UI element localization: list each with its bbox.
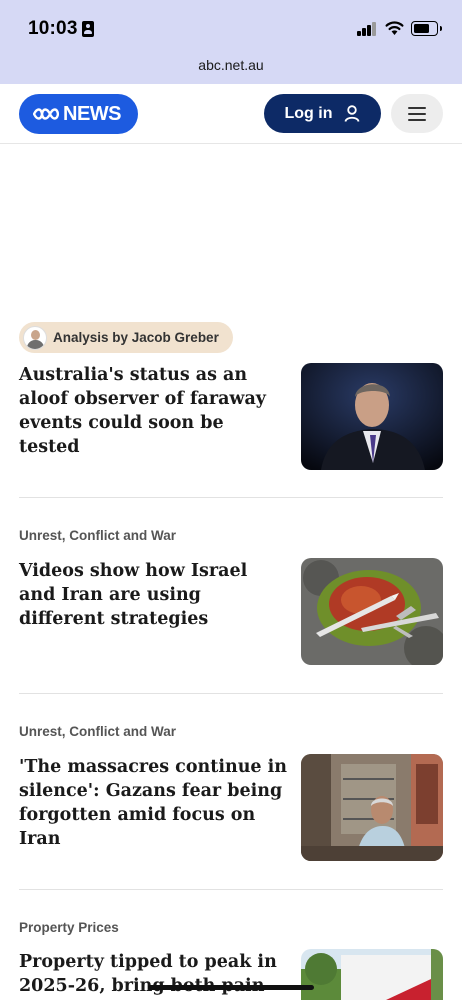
author-badge[interactable]: Analysis by Jacob Greber <box>19 322 233 353</box>
article-thumbnail[interactable] <box>301 754 443 861</box>
article-item[interactable]: Analysis by Jacob Greber Australia's sta… <box>19 322 443 472</box>
login-button[interactable]: Log in <box>264 94 381 133</box>
article-headline[interactable]: Property tipped to peak in 2025-26, brin… <box>19 950 289 998</box>
divider <box>19 693 443 694</box>
battery-level <box>413 23 430 33</box>
divider <box>19 497 443 498</box>
abc-news-logo[interactable]: NEWS <box>19 94 138 134</box>
headline-line: democra <box>367 198 443 218</box>
sold-sign-image <box>301 949 443 1000</box>
article-headline[interactable]: Videos show how Israel and Iran are usin… <box>19 559 289 631</box>
article-kicker[interactable]: Unrest, Conflict and War <box>19 724 443 739</box>
hamburger-menu-icon <box>408 106 426 121</box>
divider <box>19 889 443 890</box>
article-kicker[interactable]: Unrest, Conflict and War <box>19 528 443 543</box>
headline-line: threaten <box>367 222 443 242</box>
missile-and-jet-image <box>301 558 443 665</box>
article-kicker[interactable]: Property Prices <box>19 920 443 935</box>
article-headline[interactable]: Australia's status as an aloof observer … <box>19 363 289 459</box>
article-item[interactable]: Unrest, Conflict and War Videos show how… <box>19 528 443 668</box>
status-time: 10:03 <box>28 18 78 39</box>
headline-line: Regime c <box>367 174 443 194</box>
home-indicator[interactable] <box>148 985 314 990</box>
menu-button[interactable] <box>391 94 443 133</box>
abc-logo-icon <box>33 108 59 120</box>
politician-at-podium-image <box>301 363 443 470</box>
cellular-signal-icon <box>357 22 377 36</box>
article-thumbnail[interactable] <box>301 949 443 1000</box>
article-headline[interactable]: 'The massacres continue in silence': Gaz… <box>19 755 289 851</box>
battery-icon <box>411 21 442 36</box>
featured-headline-secondary[interactable]: Regime c democra threaten vacuum <box>367 172 443 268</box>
logo-text: NEWS <box>63 102 122 125</box>
author-label: Analysis by Jacob Greber <box>53 330 219 345</box>
featured-headline[interactable]: Trump says he 'may' or 'may not' order U… <box>38 138 338 210</box>
browser-chrome: 10:03 abc.net.au <box>0 0 462 84</box>
login-label: Log in <box>284 104 333 122</box>
article-thumbnail[interactable] <box>301 363 443 470</box>
author-avatar <box>23 325 47 350</box>
article-item[interactable]: Unrest, Conflict and War 'The massacres … <box>19 724 443 864</box>
headline-line: vacuum <box>367 246 443 266</box>
id-card-icon <box>82 21 94 37</box>
site-header: NEWS Log in <box>0 84 462 144</box>
wifi-icon <box>385 21 404 35</box>
man-in-shop-image <box>301 754 443 861</box>
url-bar[interactable]: abc.net.au <box>0 57 462 73</box>
article-thumbnail[interactable] <box>301 558 443 665</box>
user-icon <box>345 105 360 122</box>
